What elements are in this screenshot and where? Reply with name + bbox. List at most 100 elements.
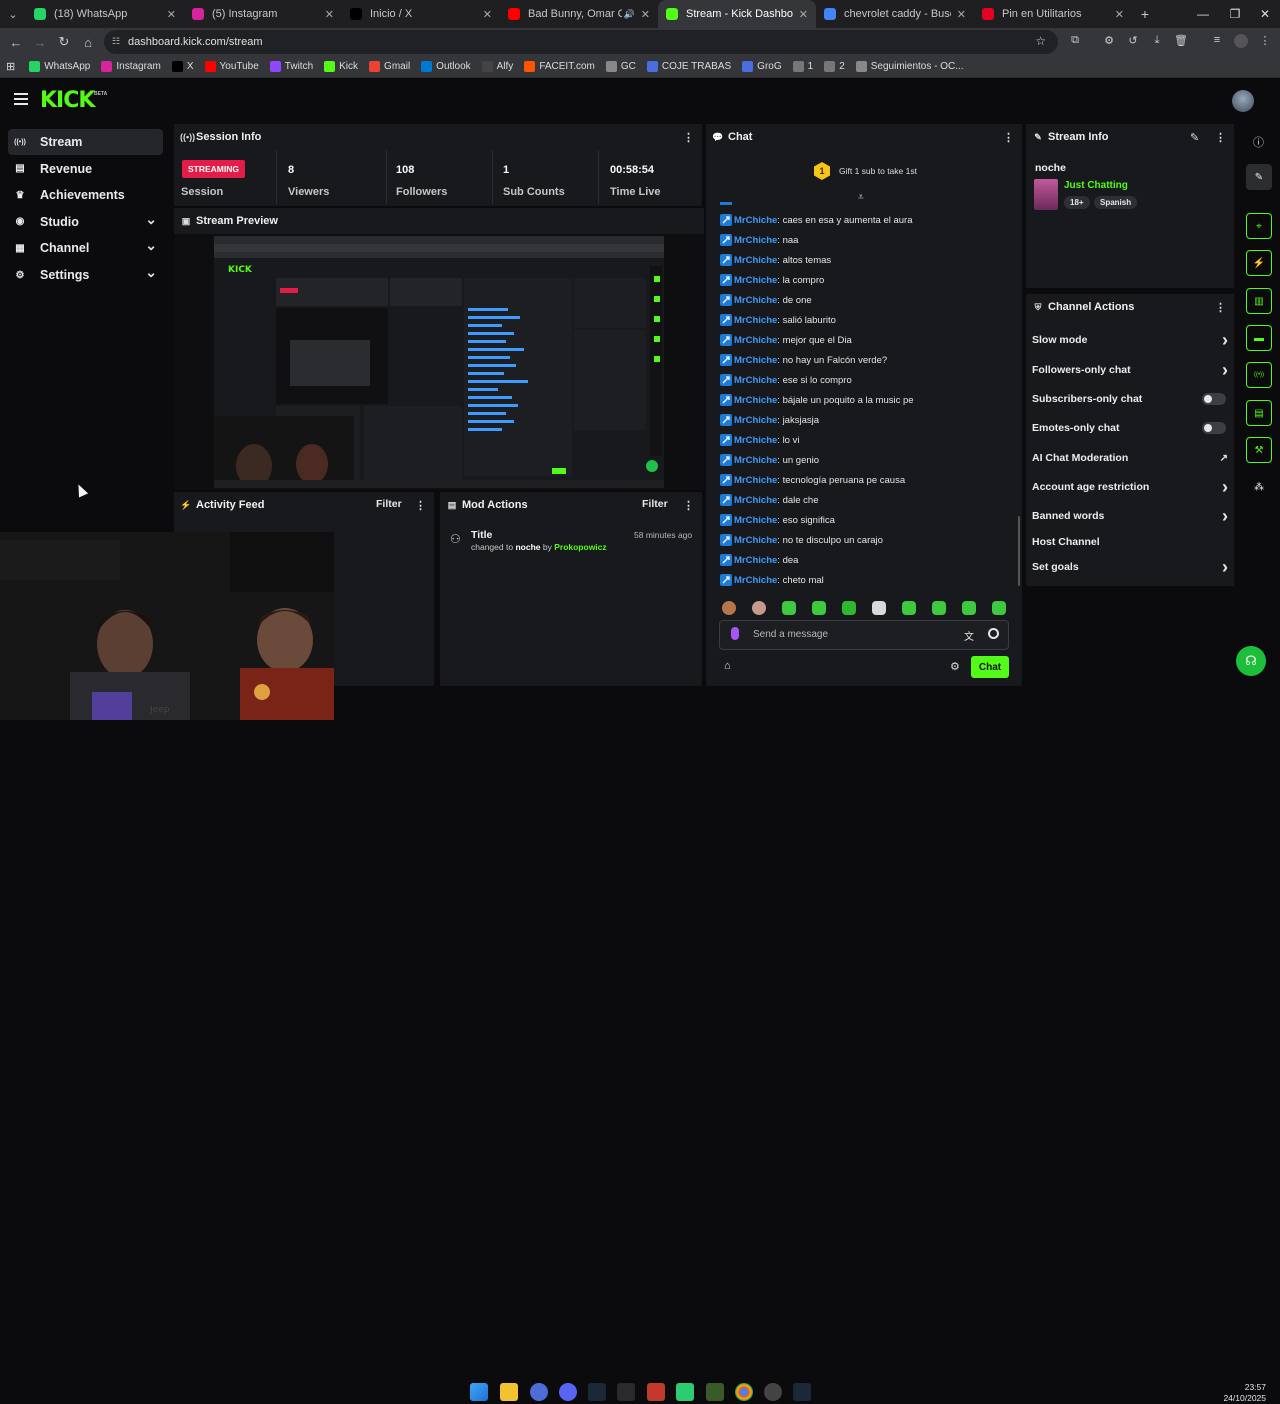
chat-username[interactable]: MrChiche xyxy=(734,275,777,286)
emote-quick-icon[interactable] xyxy=(932,601,946,615)
close-tab-icon[interactable]: ✕ xyxy=(483,8,492,21)
reading-list-icon[interactable]: ≡ xyxy=(1210,34,1224,48)
channel-action-host-channel[interactable]: Host Channel xyxy=(1032,532,1228,552)
bookmark-item[interactable]: Twitch xyxy=(269,61,313,72)
chat-username[interactable]: MrChiche xyxy=(734,475,777,486)
emote-quick-icon[interactable] xyxy=(872,601,886,615)
chat-username[interactable]: MrChiche xyxy=(734,555,777,566)
browser-tab[interactable]: Bad Bunny, Omar Courtz, D🔊 ✕ xyxy=(500,0,658,28)
chrome-icon[interactable] xyxy=(735,1383,753,1401)
emote-quick-icon[interactable] xyxy=(722,601,736,615)
back-button[interactable]: ← xyxy=(4,30,28,54)
bookmark-item[interactable]: Outlook xyxy=(421,61,471,72)
chevron-right-icon[interactable]: › xyxy=(1222,557,1228,578)
user-avatar[interactable] xyxy=(1232,90,1254,112)
stream-preview-video[interactable]: KICK xyxy=(214,236,664,488)
mod-entry-user[interactable]: Prokopowicz xyxy=(554,542,606,552)
chevron-right-icon[interactable]: › xyxy=(1222,477,1228,498)
steam-icon[interactable] xyxy=(588,1383,606,1401)
browser-tab[interactable]: Stream - Kick Dashboard ✕ xyxy=(658,0,816,28)
gift-sub-text[interactable]: Gift 1 sub to take 1st xyxy=(839,166,917,176)
channel-action-set-goals[interactable]: Set goals › xyxy=(1032,557,1228,577)
session-menu-icon[interactable]: ⋮ xyxy=(683,131,694,144)
channel-action-subscribers-only-chat[interactable]: Subscribers-only chat xyxy=(1032,389,1228,409)
steam-secondary-icon[interactable] xyxy=(793,1383,811,1401)
channel-action-emotes-only-chat[interactable]: Emotes-only chat xyxy=(1032,418,1228,438)
chat-username[interactable]: MrChiche xyxy=(734,315,777,326)
layout-button[interactable]: ▤ xyxy=(1246,400,1272,426)
chat-menu-icon[interactable]: ⋮ xyxy=(1003,131,1014,144)
chat-username[interactable]: MrChiche xyxy=(734,375,777,386)
profile-icon[interactable] xyxy=(1234,34,1248,48)
extension-puzzle-icon[interactable]: ⚙ xyxy=(1102,34,1116,48)
screen-capture-button[interactable]: ⌖ xyxy=(1246,213,1272,239)
bookmark-item[interactable]: 1 xyxy=(792,61,813,72)
emote-quick-icon[interactable] xyxy=(962,601,976,615)
bookmark-item[interactable]: COJE TRABAS xyxy=(646,61,731,72)
extensions-icon[interactable]: ⧉ xyxy=(1068,34,1082,48)
store-icon[interactable]: ⌂ xyxy=(724,660,731,672)
bookmark-item[interactable]: X xyxy=(171,61,194,72)
taskbar-clock[interactable]: 23:57 24/10/2025 xyxy=(1218,1382,1266,1404)
chat-username[interactable]: MrChiche xyxy=(734,515,777,526)
chat-username[interactable]: MrChiche xyxy=(734,435,777,446)
chat-input-placeholder[interactable]: Send a message xyxy=(753,629,828,640)
shield-app-icon[interactable] xyxy=(647,1383,665,1401)
close-window-button[interactable]: ✕ xyxy=(1248,0,1280,28)
mod-filter-button[interactable]: Filter xyxy=(642,498,668,510)
broadcast-button[interactable]: ((•)) xyxy=(1246,362,1272,388)
people-button[interactable]: ⁂ xyxy=(1246,474,1272,500)
chat-username[interactable]: MrChiche xyxy=(734,415,777,426)
file-explorer-icon[interactable] xyxy=(500,1383,518,1401)
emote-quick-icon[interactable] xyxy=(812,601,826,615)
tab-search-dropdown[interactable]: ⌄ xyxy=(0,0,26,28)
chat-username[interactable]: MrChiche xyxy=(734,255,777,266)
bookmark-item[interactable]: Instagram xyxy=(101,61,161,72)
close-tab-icon[interactable]: ✕ xyxy=(167,8,176,21)
browser-tab[interactable]: chevrolet caddy - Buscar con G ✕ xyxy=(816,0,974,28)
channel-action-ai-chat-moderation[interactable]: AI Chat Moderation ↗ xyxy=(1032,448,1228,468)
pinned-collapse-icon[interactable]: ⩡ xyxy=(858,192,864,203)
chevron-right-icon[interactable]: › xyxy=(1222,506,1228,527)
browser-tab[interactable]: (18) WhatsApp ✕ xyxy=(26,0,184,28)
chat-username[interactable]: MrChiche xyxy=(734,535,777,546)
close-tab-icon[interactable]: ✕ xyxy=(325,8,334,21)
bookmark-item[interactable]: WhatsApp xyxy=(29,61,90,72)
forward-button[interactable]: → xyxy=(28,30,52,54)
toggle-switch[interactable] xyxy=(1202,393,1226,405)
sidebar-item-channel[interactable]: ▦ Channel ⌄ xyxy=(8,235,163,261)
windows-start-icon[interactable] xyxy=(470,1383,488,1401)
download-icon[interactable]: ⤓ xyxy=(1150,34,1164,48)
bookmark-item[interactable]: GroG xyxy=(742,61,782,72)
minimize-button[interactable]: — xyxy=(1186,0,1220,28)
chevron-right-icon[interactable]: › xyxy=(1222,330,1228,351)
emote-quick-icon[interactable] xyxy=(902,601,916,615)
apps-grid-icon[interactable]: ⊞ xyxy=(6,60,15,73)
pencil-button[interactable]: ✎ xyxy=(1246,164,1272,190)
close-tab-icon[interactable]: ✕ xyxy=(1115,8,1124,21)
clipboard-button[interactable]: ▥ xyxy=(1246,288,1272,314)
url-bar[interactable]: ☷ dashboard.kick.com/stream ☆ xyxy=(104,30,1058,54)
bookmark-item[interactable]: FACEIT.com xyxy=(524,61,595,72)
chevron-right-icon[interactable]: › xyxy=(1222,360,1228,381)
external-link-icon[interactable]: ↗ xyxy=(1220,453,1228,464)
sidebar-item-revenue[interactable]: ▤ Revenue xyxy=(8,156,163,182)
channel-action-banned-words[interactable]: Banned words › xyxy=(1032,506,1228,526)
chat-username[interactable]: MrChiche xyxy=(734,215,777,226)
sidebar-item-settings[interactable]: ⚙ Settings ⌄ xyxy=(8,262,163,288)
stream-info-menu-icon[interactable]: ⋮ xyxy=(1215,131,1226,144)
sidebar-item-studio[interactable]: ◉ Studio ⌄ xyxy=(8,209,163,235)
reload-button[interactable]: ↻ xyxy=(52,30,76,54)
channel-action-slow-mode[interactable]: Slow mode › xyxy=(1032,330,1228,350)
game-app-icon[interactable] xyxy=(706,1383,724,1401)
browser-tab[interactable]: Pin en Utilitarios ✕ xyxy=(974,0,1132,28)
emoji-picker-icon[interactable] xyxy=(988,628,999,639)
close-tab-icon[interactable]: ✕ xyxy=(641,8,650,21)
notes-app-icon[interactable] xyxy=(676,1383,694,1401)
bookmark-item[interactable]: 2 xyxy=(824,61,845,72)
info-icon[interactable]: ⓘ xyxy=(1253,134,1264,150)
chat-username[interactable]: MrChiche xyxy=(734,395,777,406)
browser-tab[interactable]: (5) Instagram ✕ xyxy=(184,0,342,28)
emote-quick-icon[interactable] xyxy=(752,601,766,615)
bookmark-item[interactable]: Kick xyxy=(324,61,358,72)
